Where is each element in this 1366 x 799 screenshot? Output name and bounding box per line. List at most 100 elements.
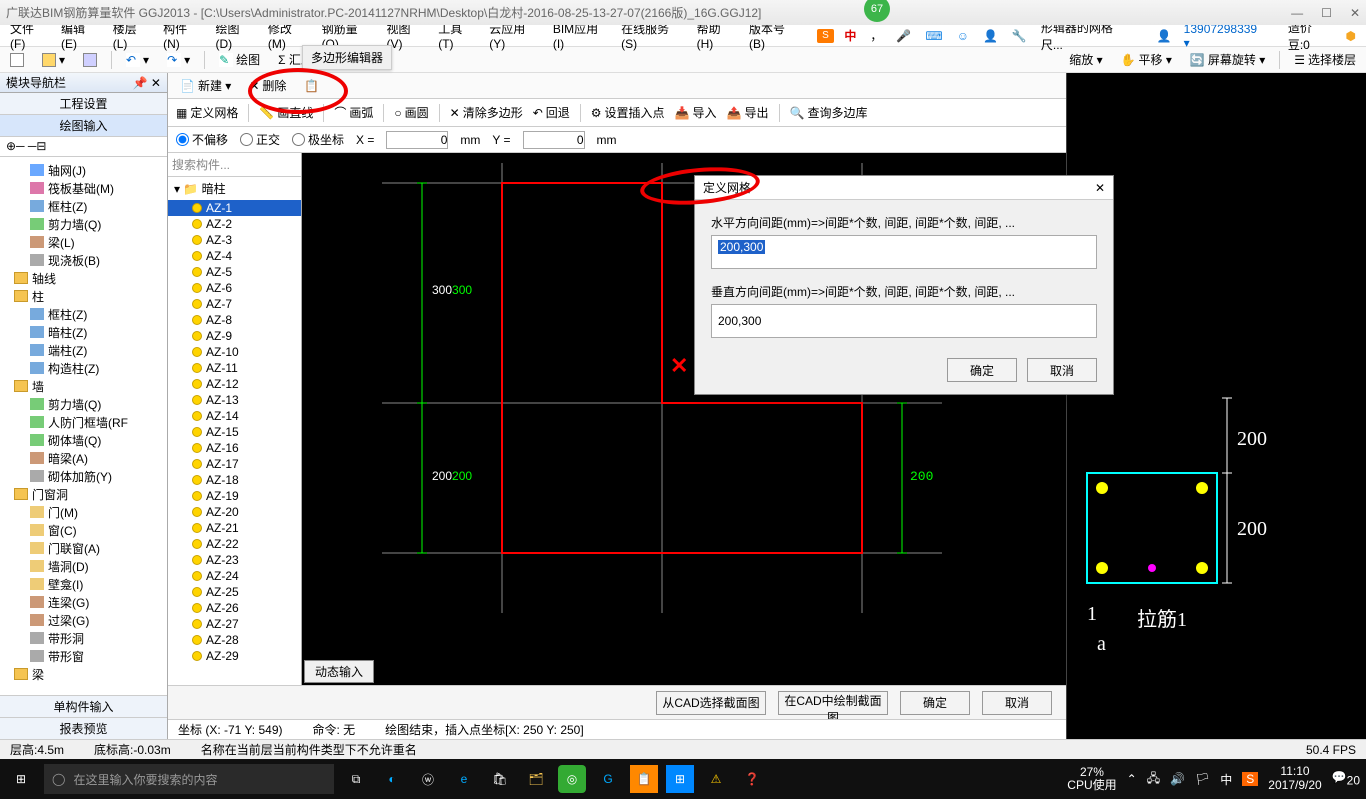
draw-line-button[interactable]: 📏 画直线 xyxy=(259,104,313,121)
import-button[interactable]: 📥 导入 xyxy=(675,104,717,121)
ime-user-icon[interactable]: 👤 xyxy=(979,29,1002,43)
component-item[interactable]: AZ-17 xyxy=(168,456,301,472)
component-item[interactable]: AZ-22 xyxy=(168,536,301,552)
nav-item[interactable]: 过梁(G) xyxy=(2,611,165,629)
user-avatar-icon[interactable]: 👤 xyxy=(1153,29,1176,43)
component-item[interactable]: AZ-12 xyxy=(168,376,301,392)
select-floor-button[interactable]: ☰ 选择楼层 xyxy=(1290,51,1360,68)
nav-item[interactable]: 带形洞 xyxy=(2,629,165,647)
v-spacing-input[interactable] xyxy=(711,304,1097,338)
nav-item[interactable]: 剪力墙(Q) xyxy=(2,215,165,233)
nav-item[interactable]: 砌体墙(Q) xyxy=(2,431,165,449)
dialog-ok-button[interactable]: 确定 xyxy=(947,358,1017,382)
task-app3[interactable]: ◎ xyxy=(558,765,586,793)
component-item[interactable]: AZ-21 xyxy=(168,520,301,536)
cad-select-button[interactable]: 从CAD选择截面图 xyxy=(656,691,766,715)
nav-item[interactable]: 壁龛(I) xyxy=(2,575,165,593)
nav-item[interactable]: 框柱(Z) xyxy=(2,305,165,323)
close-button[interactable]: ✕ xyxy=(1350,6,1360,20)
nav-item[interactable]: 剪力墙(Q) xyxy=(2,395,165,413)
nav-pin-icon[interactable]: 📌 ✕ xyxy=(133,76,161,90)
tree-group[interactable]: ▾ 📁 暗柱 xyxy=(168,177,301,200)
nav-item[interactable]: 门联窗(A) xyxy=(2,539,165,557)
nav-item[interactable]: 轴线 xyxy=(2,269,165,287)
nav-bottom-single[interactable]: 单构件输入 xyxy=(0,695,167,717)
y-input[interactable] xyxy=(523,131,585,149)
dynamic-input-button[interactable]: 动态输入 xyxy=(304,660,374,683)
dialog-close-button[interactable]: ✕ xyxy=(1095,181,1105,195)
collapse-icon[interactable]: ─⊟ xyxy=(28,139,47,153)
nav-item[interactable]: 暗柱(Z) xyxy=(2,323,165,341)
task-app8[interactable]: ❓ xyxy=(738,765,766,793)
nav-item[interactable]: 柱 xyxy=(2,287,165,305)
tray-notif-icon[interactable]: 💬20 xyxy=(1332,770,1360,787)
nav-item[interactable]: 门窗洞 xyxy=(2,485,165,503)
tray-up-icon[interactable]: ⌃ xyxy=(1127,772,1137,786)
draw-button[interactable]: ✎绘图 xyxy=(215,51,264,68)
component-item[interactable]: AZ-11 xyxy=(168,360,301,376)
del-comp-button[interactable]: ✕ 删除 xyxy=(245,77,290,94)
component-item[interactable]: AZ-14 xyxy=(168,408,301,424)
user-phone[interactable]: 13907298339 ▾ xyxy=(1180,22,1270,50)
query-poly-button[interactable]: 🔍 查询多边库 xyxy=(790,104,868,121)
component-item[interactable]: AZ-26 xyxy=(168,600,301,616)
component-item[interactable]: AZ-2 xyxy=(168,216,301,232)
component-item[interactable]: AZ-24 xyxy=(168,568,301,584)
system-tray[interactable]: 27%CPU使用 ⌃ 🖧 🔊 🏳 中 S 11:102017/9/20 💬20 xyxy=(1067,765,1360,793)
task-app1[interactable]: ◐ xyxy=(378,765,406,793)
component-item[interactable]: AZ-20 xyxy=(168,504,301,520)
nav-item[interactable]: 构造柱(Z) xyxy=(2,359,165,377)
nav-item[interactable]: 砌体加筋(Y) xyxy=(2,467,165,485)
tray-net-icon[interactable]: 🖧 xyxy=(1147,769,1160,790)
component-item[interactable]: AZ-6 xyxy=(168,280,301,296)
component-search[interactable]: 搜索构件... xyxy=(168,153,301,177)
back-button[interactable]: ↶ 回退 xyxy=(533,104,570,121)
nav-item[interactable]: 门(M) xyxy=(2,503,165,521)
open-file-button[interactable]: ▾ xyxy=(38,53,69,67)
export-button[interactable]: 📤 导出 xyxy=(727,104,769,121)
task-app4[interactable]: G xyxy=(594,765,622,793)
component-item[interactable]: AZ-1 xyxy=(168,200,301,216)
component-item[interactable]: AZ-23 xyxy=(168,552,301,568)
h-spacing-input[interactable]: 200,300 xyxy=(711,235,1097,269)
nav-item[interactable]: 框柱(Z) xyxy=(2,197,165,215)
rotate-button[interactable]: 🔄 屏幕旋转 ▾ xyxy=(1186,51,1269,68)
maximize-button[interactable]: ☐ xyxy=(1321,6,1332,20)
draw-arc-button[interactable]: ⌒ 画弧 xyxy=(334,104,373,121)
nav-item[interactable]: 筏板基础(M) xyxy=(2,179,165,197)
clear-poly-button[interactable]: ✕ 清除多边形 xyxy=(450,104,523,121)
task-app2[interactable]: ⓦ xyxy=(414,765,442,793)
task-store[interactable]: 🛍 xyxy=(486,765,514,793)
insert-point-button[interactable]: ⚙ 设置插入点 xyxy=(591,104,665,121)
component-item[interactable]: AZ-5 xyxy=(168,264,301,280)
task-view-icon[interactable]: ⧉ xyxy=(342,765,370,793)
ime-wrench-icon[interactable]: 🔧 xyxy=(1008,29,1031,43)
action-ok-button[interactable]: 确定 xyxy=(900,691,970,715)
component-item[interactable]: AZ-13 xyxy=(168,392,301,408)
task-explorer[interactable]: 🗂 xyxy=(522,765,550,793)
action-cancel-button[interactable]: 取消 xyxy=(982,691,1052,715)
task-app6[interactable]: ⊞ xyxy=(666,765,694,793)
ime-cn[interactable]: 中 xyxy=(840,27,860,44)
nav-item[interactable]: 暗梁(A) xyxy=(2,449,165,467)
nav-tree[interactable]: 轴网(J)筏板基础(M)框柱(Z)剪力墙(Q)梁(L)现浇板(B)轴线柱框柱(Z… xyxy=(0,157,167,695)
nav-item[interactable]: 轴网(J) xyxy=(2,161,165,179)
x-input[interactable] xyxy=(386,131,448,149)
tray-flag-icon[interactable]: 🏳 xyxy=(1195,772,1210,786)
nav-item[interactable]: 墙 xyxy=(2,377,165,395)
nav-item[interactable]: 连梁(G) xyxy=(2,593,165,611)
component-item[interactable]: AZ-3 xyxy=(168,232,301,248)
nav-item[interactable]: 墙洞(D) xyxy=(2,557,165,575)
tray-clock[interactable]: 11:102017/9/20 xyxy=(1268,765,1321,793)
component-item[interactable]: AZ-9 xyxy=(168,328,301,344)
component-item[interactable]: AZ-7 xyxy=(168,296,301,312)
save-file-button[interactable] xyxy=(79,53,101,67)
start-button[interactable]: ⊞ xyxy=(6,764,36,794)
tray-s[interactable]: S xyxy=(1242,772,1258,786)
component-item[interactable]: AZ-28 xyxy=(168,632,301,648)
task-app5[interactable]: 📋 xyxy=(630,765,658,793)
pan-button[interactable]: ✋ 平移 ▾ xyxy=(1117,51,1176,68)
radio-polar[interactable]: 极坐标 xyxy=(292,131,344,148)
expand-icon[interactable]: ⊕─ xyxy=(6,139,25,153)
cortana-search[interactable]: ◯ 在这里输入你要搜索的内容 xyxy=(44,764,334,794)
